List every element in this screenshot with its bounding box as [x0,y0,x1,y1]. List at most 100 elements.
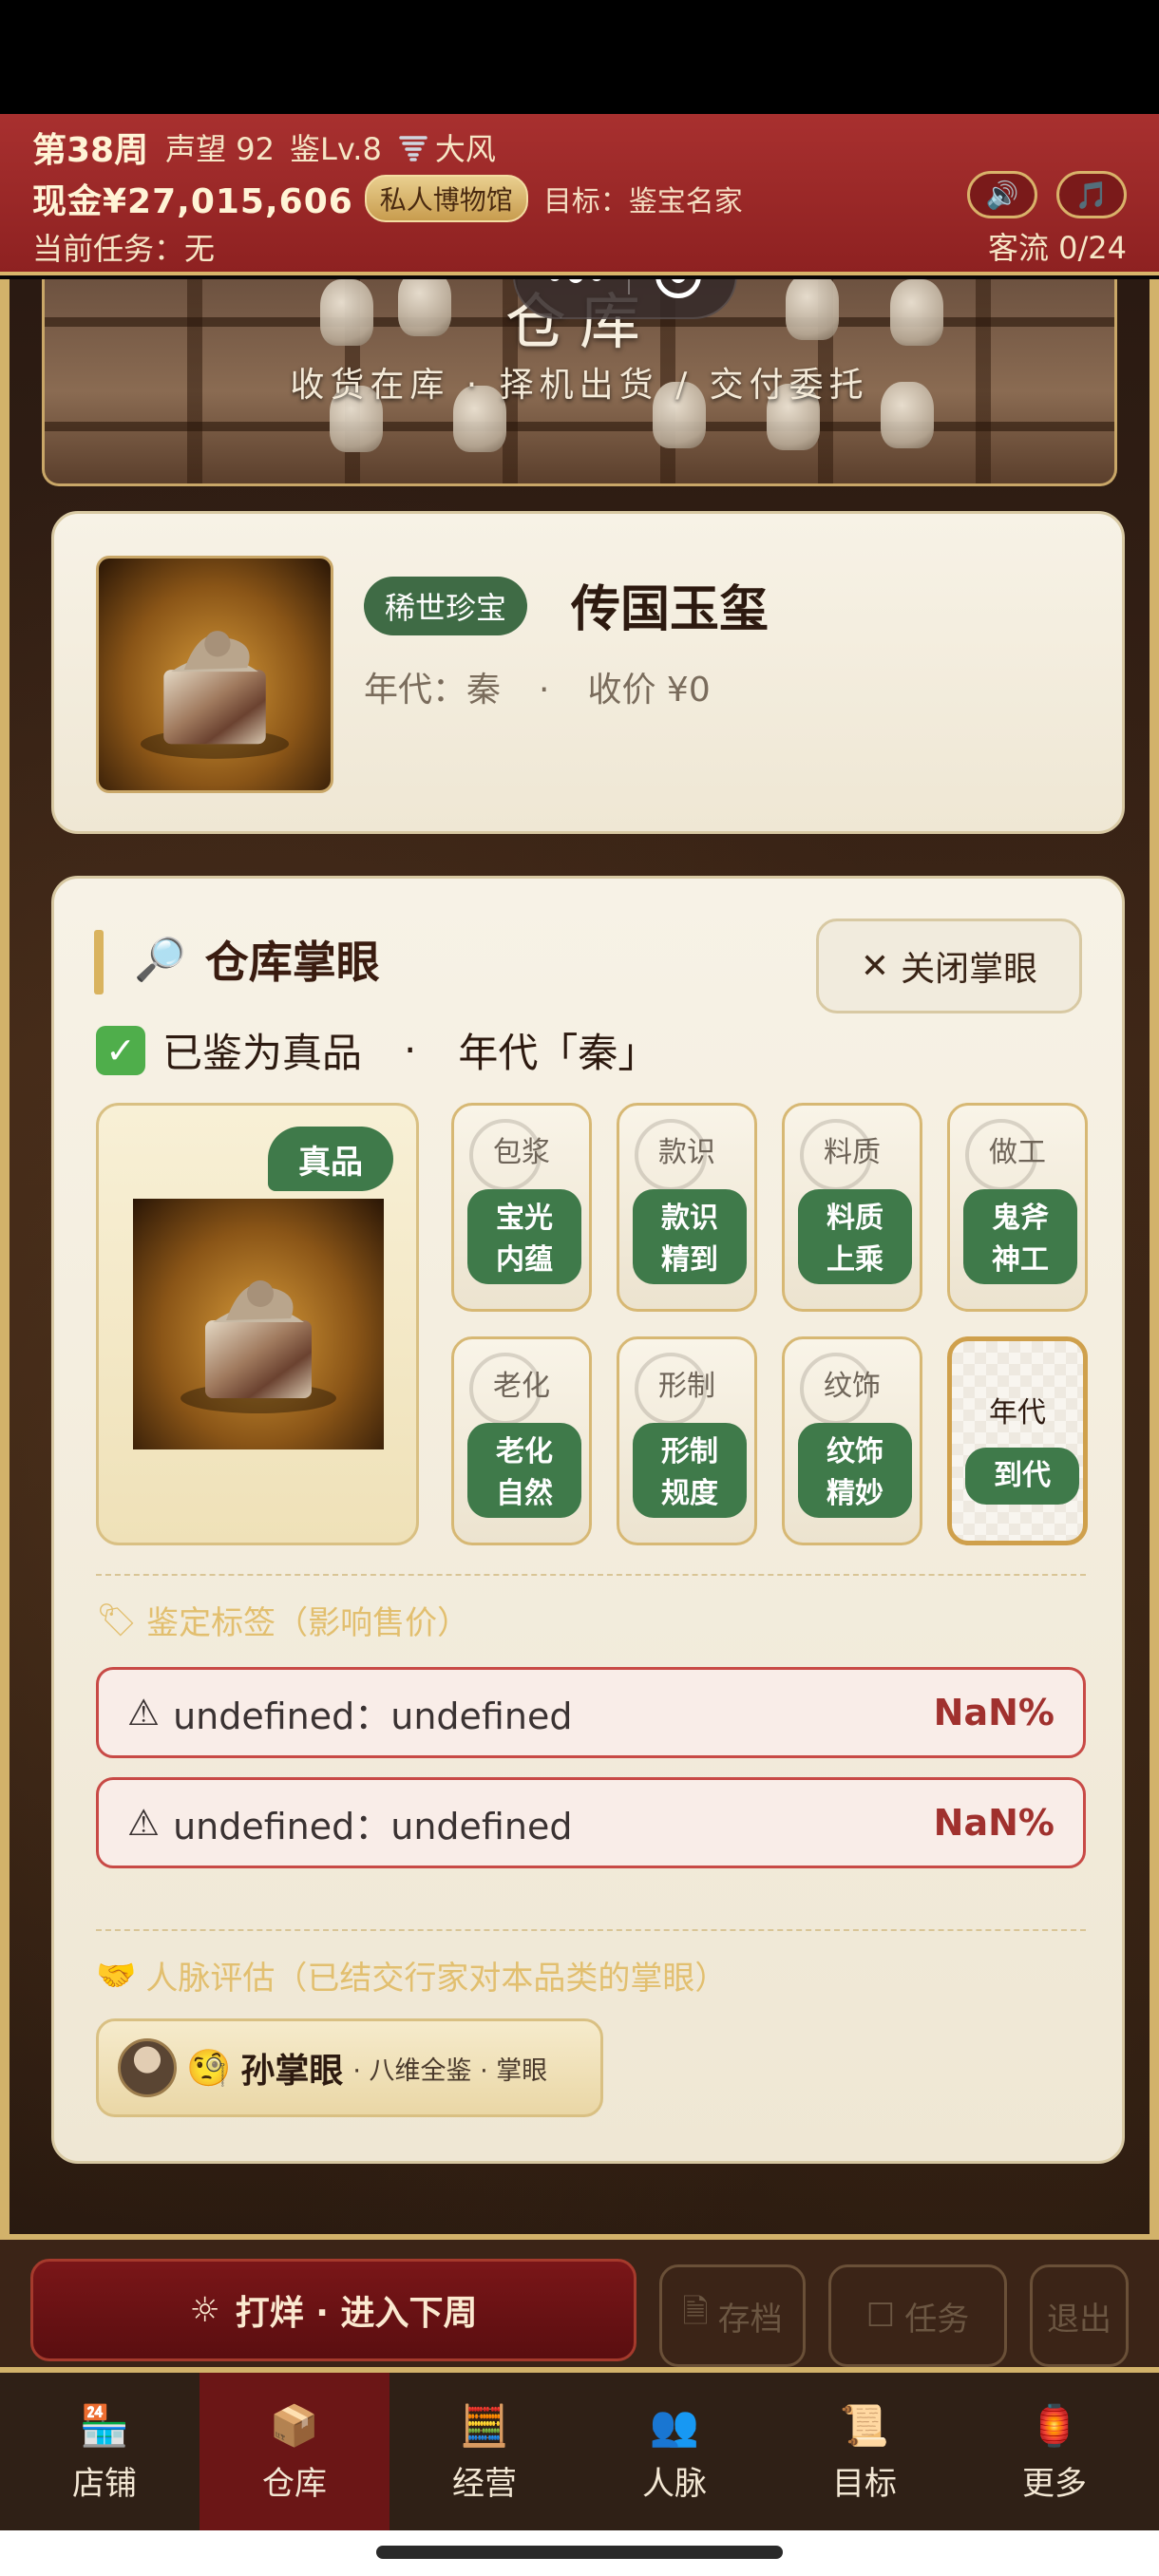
tag-icon: 🏷 [96,1601,138,1639]
attribute-label: 做工 [989,1136,1046,1169]
shop-icon: 🏪 [79,2401,130,2449]
tab-label: 店铺 [72,2464,137,2503]
status-bar [0,0,1159,114]
attribute-label: 包浆 [493,1136,550,1169]
tornado-icon [399,136,428,161]
more-dots-icon[interactable] [548,279,602,283]
tab-business[interactable]: 🧮 经营 [390,2373,580,2530]
task-label: 当前任务：无 [32,231,216,267]
level-label: 鉴Lv.8 [290,131,382,167]
tab-more[interactable]: 🏮 更多 [960,2373,1150,2530]
speaker-icon: 🔊 [985,179,1019,211]
tag-text: undefined：undefined [173,1805,573,1847]
attribute-tile-aging[interactable]: 老化 老化 自然 [451,1336,592,1545]
item-card[interactable]: 稀世珍宝 传国玉玺 年代：秦 · 收价 ¥0 [51,511,1125,834]
item-thumbnail [96,556,333,793]
avatar [118,2038,177,2097]
attribute-label: 形制 [658,1370,715,1403]
contact-name: 孙掌眼 [240,2052,344,2091]
task-label-btn: 任务 [904,2300,970,2339]
tab-label: 经营 [452,2464,517,2503]
attribute-value: 款识 精到 [633,1189,747,1284]
header-row-cash: 现金¥27,015,606 私人博物馆 目标：鉴宝名家 [32,173,743,224]
contacts-heading: 🤝 人脉评估（已结交行家对本品类的掌眼） [96,1952,727,1998]
quit-label: 退出 [1047,2300,1112,2339]
title-accent-bar [94,930,104,994]
home-indicator[interactable] [376,2546,783,2559]
attribute-value: 宝光 内蕴 [467,1189,581,1284]
sun-icon: ☼ [189,2290,220,2330]
section-divider [96,1574,1086,1576]
goal-label: 目标：鉴宝名家 [542,185,743,218]
more-icon: 🏮 [1029,2401,1080,2449]
attribute-tile-craftsmanship[interactable]: 做工 鬼斧 神工 [947,1103,1088,1312]
attribute-tile-era[interactable]: 年代 到代 [947,1336,1088,1545]
item-preview-panel[interactable]: 真品 [96,1103,419,1545]
task-icon: ☐ [865,2297,896,2335]
attribute-label: 款识 [658,1136,715,1169]
meta-separator: · [539,671,550,710]
tab-contacts[interactable]: 👥 人脉 [580,2373,770,2530]
tab-label: 目标 [832,2464,897,2503]
verdict-era: 年代「秦」 [458,1030,658,1076]
appraisal-tag-row: ⚠ undefined：undefined NaN% [96,1777,1086,1868]
tab-label: 更多 [1022,2464,1087,2503]
attribute-tile-form[interactable]: 形制 形制 规度 [617,1336,757,1545]
save-button[interactable]: 🗎 存档 [659,2264,806,2367]
contact-description: · 八维全鉴 · 掌眼 [352,2055,548,2086]
miniprogram-capsule[interactable] [513,279,737,319]
verdict-text: 已鉴为真品 [162,1030,363,1076]
week-label: 第38周 [32,131,149,170]
tags-heading: 🏷 鉴定标签（影响售价） [96,1597,469,1643]
bottom-tab-bar: 🏪 店铺 📦 仓库 🧮 经营 👥 人脉 📜 目标 🏮 更多 [0,2373,1159,2530]
inspect-title-text: 仓库掌眼 [204,937,380,988]
close-inspect-label: 关闭掌眼 [901,950,1038,989]
attribute-tile-inscription[interactable]: 款识 款识 精到 [617,1103,757,1312]
tab-label: 人脉 [642,2464,707,2503]
top-header: 第38周 声望 92 鉴Lv.8 大风 现金¥27,015,606 私人博物馆 … [0,114,1159,275]
appraisal-tag-row: ⚠ undefined：undefined NaN% [96,1667,1086,1758]
item-meta: 年代：秦 · 收价 ¥0 [364,662,711,711]
monocle-icon: 🧐 [186,2046,232,2089]
quit-button[interactable]: 退出 [1030,2264,1129,2367]
warehouse-icon: 📦 [269,2401,320,2449]
close-icon: ✕ [860,946,890,986]
tags-heading-text: 鉴定标签（影响售价） [146,1604,470,1642]
attribute-label: 料质 [824,1136,881,1169]
attribute-tile-patina[interactable]: 包浆 宝光 内蕴 [451,1103,592,1312]
attribute-tile-material[interactable]: 料质 料质 上乘 [782,1103,922,1312]
contacts-heading-text: 人脉评估（已结交行家对本品类的掌眼） [145,1960,728,1998]
attribute-value: 料质 上乘 [798,1189,912,1284]
tab-warehouse[interactable]: 📦 仓库 [200,2373,390,2530]
close-shop-next-week-button[interactable]: ☼ 打烊 · 进入下周 [30,2259,636,2361]
close-inspect-button[interactable]: ✕ 关闭掌眼 [816,919,1082,1013]
scroll-icon: 📜 [839,2401,890,2449]
weather-label: 大风 [434,131,496,167]
main-content[interactable]: 仓库 收货在库 · 择机出货 / 交付委托 稀世珍宝 传国玉玺 年代：秦 · 收… [0,279,1159,2234]
checkmark-icon: ✓ [96,1025,145,1075]
home-indicator-area [0,2530,1159,2576]
warning-icon: ⚠ [127,1802,161,1844]
sound-button[interactable]: 🔊 [967,171,1037,218]
close-target-icon[interactable] [656,279,702,298]
weather-indicator: 大风 [397,125,496,169]
tab-shop[interactable]: 🏪 店铺 [10,2373,200,2530]
tag-percent: NaN% [933,1692,1054,1733]
item-era: 年代：秦 [364,671,502,710]
attribute-value: 纹饰 精妙 [798,1423,912,1518]
museum-badge[interactable]: 私人博物馆 [364,175,528,222]
task-button[interactable]: ☐ 任务 [828,2264,1007,2367]
tag-text: undefined：undefined [173,1695,573,1737]
attribute-tile-decoration[interactable]: 纹饰 纹饰 精妙 [782,1336,922,1545]
customer-flow-label: 客流 0/24 [987,230,1127,266]
attribute-label: 老化 [493,1370,550,1403]
attribute-value: 到代 [965,1448,1079,1505]
genuine-badge: 真品 [268,1127,393,1191]
item-price: 收价 ¥0 [587,671,711,710]
music-button[interactable]: 🎵 [1056,171,1127,218]
music-note-icon: 🎵 [1074,179,1109,211]
tab-goals[interactable]: 📜 目标 [770,2373,960,2530]
verdict-separator: · [404,1027,417,1073]
contact-chip[interactable]: 🧐 孙掌眼 · 八维全鉴 · 掌眼 [96,2018,603,2117]
tab-label: 仓库 [262,2464,327,2503]
